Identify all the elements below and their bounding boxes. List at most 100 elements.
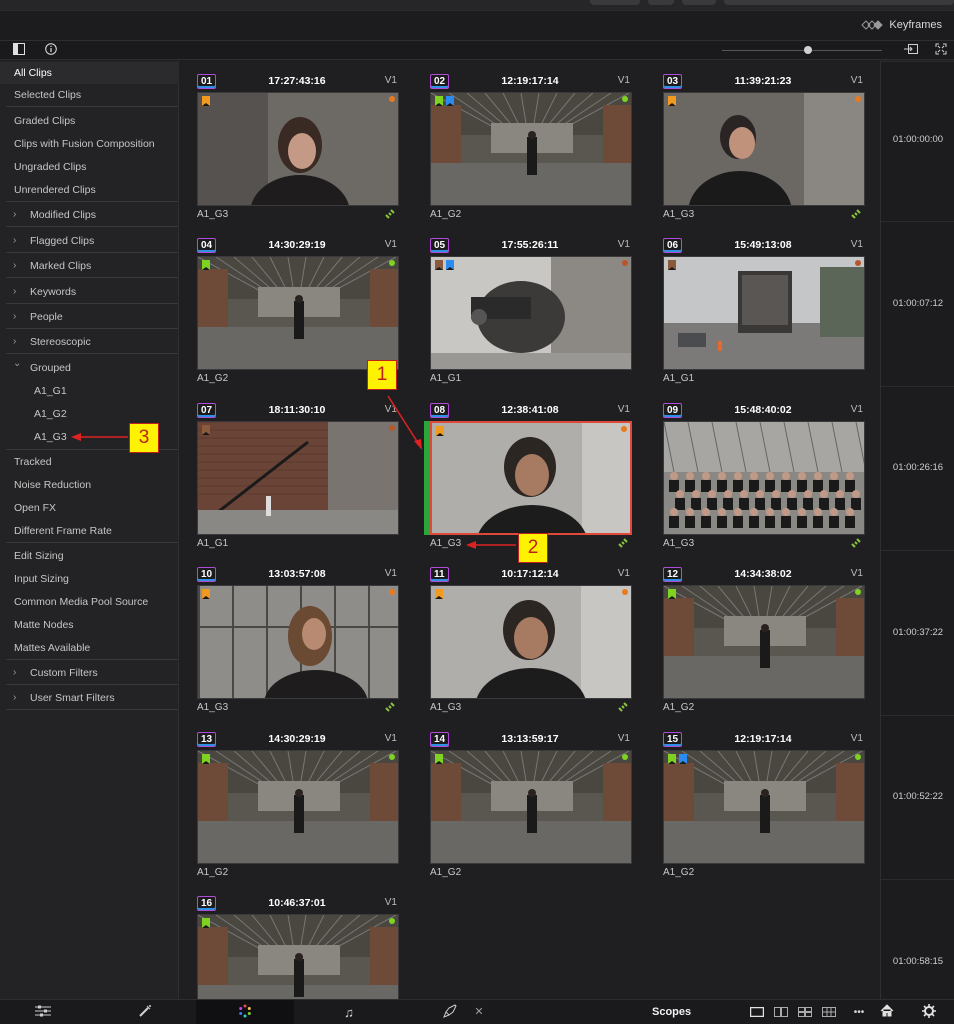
sidebar-item-edit-sizing[interactable]: Edit Sizing — [0, 545, 179, 567]
top-button[interactable] — [682, 0, 716, 5]
sidebar-item-grouped[interactable]: ⌄ Grouped — [0, 357, 179, 379]
sidebar-item-open-fx[interactable]: Open FX — [0, 497, 179, 519]
sidebar-item-common-media-pool-source[interactable]: Common Media Pool Source — [0, 591, 179, 613]
clip-image[interactable] — [663, 750, 865, 864]
clip-thumbnail[interactable]: 05 17:55:26:11 V1 A1_G1 — [430, 238, 632, 388]
clip-image[interactable] — [197, 914, 399, 999]
color-page-icon[interactable] — [236, 1004, 254, 1021]
sidebar-item-input-sizing[interactable]: Input Sizing — [0, 568, 179, 590]
thumbnail-size-slider-knob[interactable] — [804, 46, 812, 54]
fairlight-page-icon[interactable]: ♫ — [340, 1004, 358, 1021]
chevron-down-icon[interactable]: ⌄ — [13, 353, 21, 375]
sidebar-item-graded-clips[interactable]: Graded Clips — [0, 110, 179, 132]
clip-image[interactable] — [430, 585, 632, 699]
top-button[interactable] — [590, 0, 640, 5]
chevron-right-icon[interactable]: › — [13, 230, 16, 252]
clip-thumbnail[interactable]: 11 10:17:12:14 V1 A1_G3 — [430, 567, 632, 717]
keyframes-tab[interactable]: Keyframes — [861, 19, 942, 31]
clip-thumbnail[interactable]: 13 14:30:29:19 V1 A1_G2 — [197, 732, 399, 882]
sidebar-item-selected-clips[interactable]: Selected Clips — [0, 84, 179, 106]
sidebar-item-keywords[interactable]: › Keywords — [0, 281, 179, 303]
clip-image[interactable] — [663, 256, 865, 370]
clip-image[interactable] — [663, 421, 865, 535]
clip-image[interactable] — [197, 92, 399, 206]
sidebar-toggle-icon[interactable] — [8, 43, 30, 59]
clip-track: V1 — [384, 733, 397, 744]
chevron-right-icon[interactable]: › — [13, 687, 16, 709]
sidebar-item-clips-with-fusion-composition[interactable]: Clips with Fusion Composition — [0, 133, 179, 155]
sidebar-item-mattes-available[interactable]: Mattes Available — [0, 637, 179, 659]
clip-thumbnail[interactable]: 09 15:48:40:02 V1 A1_G3 — [663, 403, 865, 553]
clip-image[interactable] — [197, 421, 399, 535]
clip-image[interactable] — [197, 750, 399, 864]
info-icon[interactable] — [40, 43, 62, 59]
clip-thumbnail[interactable]: 16 10:46:37:01 V1 — [197, 896, 399, 999]
clip-image[interactable] — [430, 256, 632, 370]
ruler-timecode: 01:00:00:00 — [892, 134, 944, 145]
clip-thumbnail[interactable]: 10 13:03:57:08 V1 A1_G3 — [197, 567, 399, 717]
chevron-right-icon[interactable]: › — [13, 306, 16, 328]
sidebar-item-noise-reduction[interactable]: Noise Reduction — [0, 474, 179, 496]
sidebar-item-tracked[interactable]: Tracked — [0, 451, 179, 473]
top-button[interactable] — [724, 0, 954, 5]
clip-image[interactable] — [663, 92, 865, 206]
clip-thumbnail[interactable]: 15 12:19:17:14 V1 A1_G2 — [663, 732, 865, 882]
chevron-right-icon[interactable]: › — [13, 331, 16, 353]
sidebar-item-a1-g1[interactable]: A1_G1 — [0, 380, 179, 402]
thumbnail-size-slider[interactable] — [722, 50, 882, 51]
clip-thumbnail[interactable]: 06 15:49:13:08 V1 A1_G1 — [663, 238, 865, 388]
sidebar-item-ungraded-clips[interactable]: Ungraded Clips — [0, 156, 179, 178]
sidebar-item-marked-clips[interactable]: › Marked Clips — [0, 255, 179, 277]
clip-thumbnail[interactable]: 03 11:39:21:23 V1 A1_G3 — [663, 74, 865, 224]
scope-layout-quad-icon[interactable] — [796, 1004, 814, 1021]
chevron-right-icon[interactable]: › — [13, 204, 16, 226]
clip-flag-icon — [202, 918, 210, 928]
top-button[interactable] — [648, 0, 674, 5]
sidebar-divider — [6, 659, 178, 660]
clip-image[interactable] — [197, 585, 399, 699]
sidebar-item-stereoscopic[interactable]: › Stereoscopic — [0, 331, 179, 353]
clip-thumbnail[interactable]: 01 17:27:43:16 V1 A1_G3 — [197, 74, 399, 224]
fullscreen-icon[interactable] — [930, 43, 952, 59]
chevron-right-icon[interactable]: › — [13, 281, 16, 303]
clip-image[interactable] — [430, 92, 632, 206]
sidebar-item-matte-nodes[interactable]: Matte Nodes — [0, 614, 179, 636]
annotation-3: 3 — [129, 423, 159, 453]
settings-gear-icon[interactable] — [920, 1004, 938, 1021]
sidebar-item-flagged-clips[interactable]: › Flagged Clips — [0, 230, 179, 252]
clip-number-badge: 01 — [197, 74, 217, 89]
scope-layout-grid-icon[interactable] — [820, 1004, 838, 1021]
fusion-page-icon[interactable] — [136, 1004, 154, 1021]
sidebar-item-people[interactable]: › People — [0, 306, 179, 328]
sidebar-item-user-smart-filters[interactable]: › User Smart Filters — [0, 687, 179, 709]
clip-thumbnail[interactable]: 14 13:13:59:17 V1 A1_G2 — [430, 732, 632, 882]
clip-track: V1 — [850, 404, 863, 415]
sidebar-item-label: User Smart Filters — [30, 692, 115, 704]
clip-image-selected[interactable] — [430, 421, 632, 535]
more-options-icon[interactable]: ••• — [848, 1004, 870, 1021]
home-icon[interactable] — [878, 1004, 896, 1021]
scope-layout-dual-icon[interactable] — [772, 1004, 790, 1021]
sidebar-item-all-clips[interactable]: All Clips — [0, 62, 179, 84]
clip-image[interactable] — [663, 585, 865, 699]
sidebar-item-custom-filters[interactable]: › Custom Filters — [0, 662, 179, 684]
scope-layout-single-icon[interactable] — [748, 1004, 766, 1021]
sidebar-item-a1-g2[interactable]: A1_G2 — [0, 403, 179, 425]
clip-thumbnail[interactable]: 07 18:11:30:10 V1 A1_G1 — [197, 403, 399, 553]
clip-thumbnail[interactable]: 12 14:34:38:02 V1 A1_G2 — [663, 567, 865, 717]
clip-thumbnail[interactable]: 08 12:38:41:08 V1 A1_G3 — [424, 403, 632, 553]
export-icon[interactable] — [900, 43, 922, 59]
clip-image[interactable] — [430, 750, 632, 864]
chevron-right-icon[interactable]: › — [13, 662, 16, 684]
clip-image[interactable] — [197, 256, 399, 370]
sidebar-item-unrendered-clips[interactable]: Unrendered Clips — [0, 179, 179, 201]
linked-group-icon — [618, 702, 628, 715]
sidebar-divider — [6, 201, 178, 202]
chevron-right-icon[interactable]: › — [13, 255, 16, 277]
deliver-page-icon[interactable] — [441, 1004, 459, 1021]
sidebar-item-different-frame-rate[interactable]: Different Frame Rate — [0, 520, 179, 542]
sidebar-item-modified-clips[interactable]: › Modified Clips — [0, 204, 179, 226]
clip-thumbnail[interactable]: 02 12:19:17:14 V1 A1_G2 — [430, 74, 632, 224]
close-scopes-icon[interactable]: ✕ — [472, 1004, 486, 1021]
edit-page-icon[interactable] — [34, 1004, 52, 1021]
